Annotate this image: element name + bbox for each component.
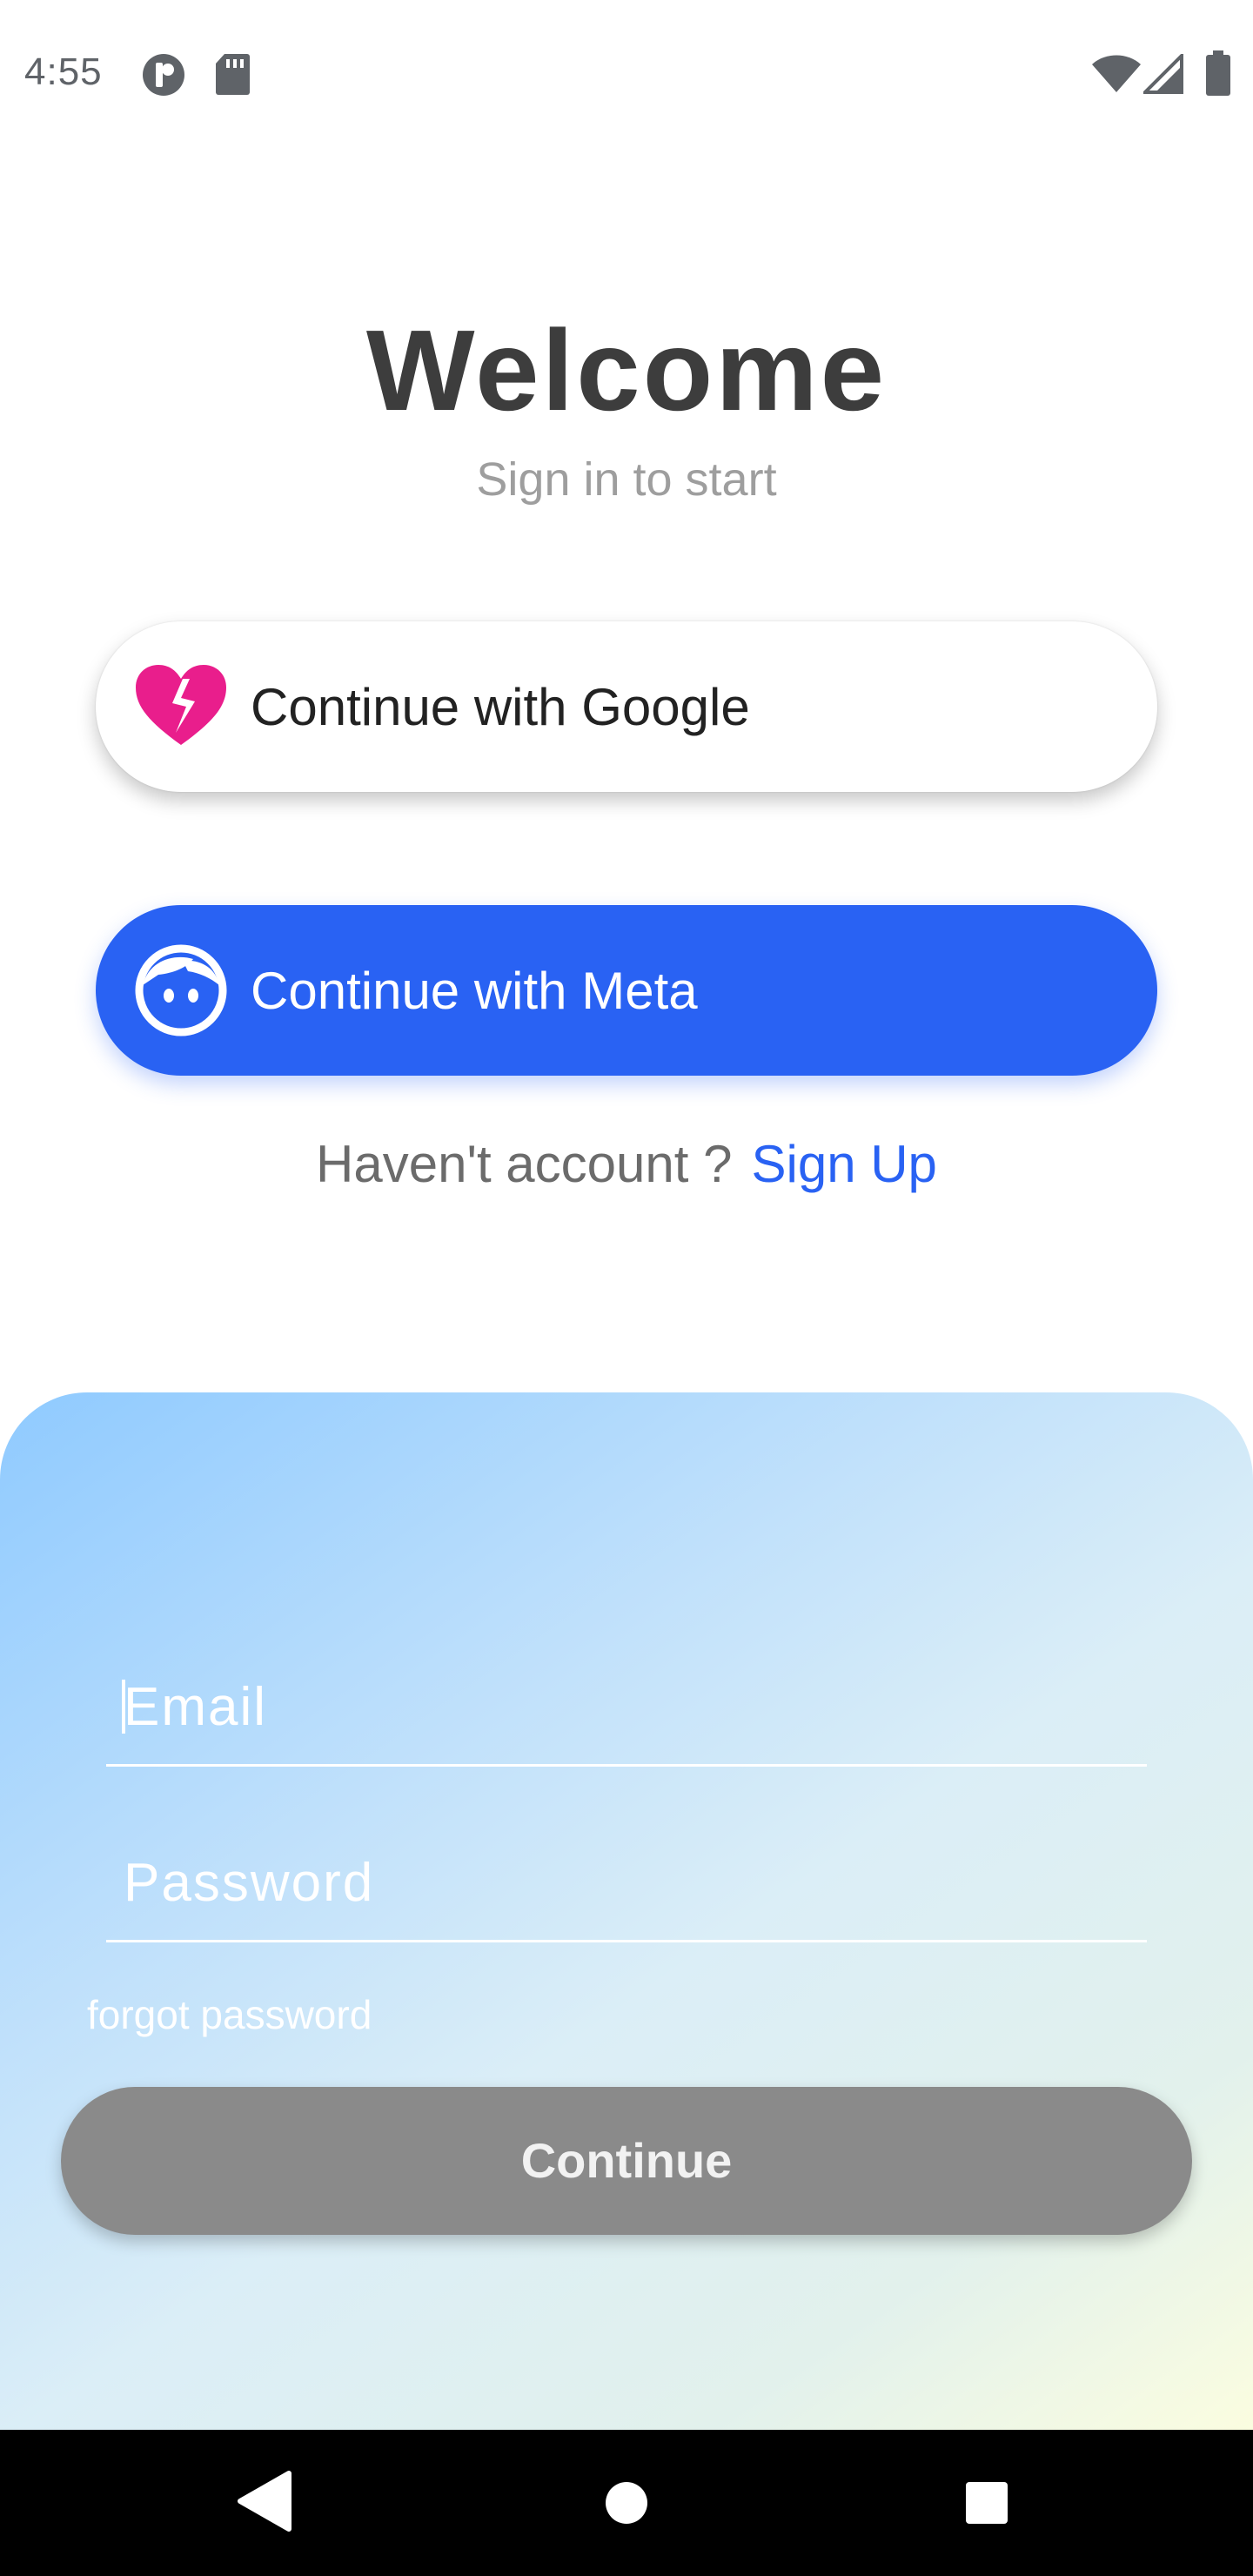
signup-prompt: Haven't account ? bbox=[316, 1135, 733, 1193]
face-icon bbox=[132, 942, 230, 1039]
login-screen: 4:55 Welcome Sign in to start Continue w… bbox=[0, 0, 1253, 2576]
sign-up-link[interactable]: Sign Up bbox=[751, 1135, 936, 1193]
welcome-subtitle: Sign in to start bbox=[476, 453, 777, 506]
notification-app-icon bbox=[141, 52, 186, 97]
status-time: 4:55 bbox=[24, 50, 103, 93]
status-bar: 4:55 bbox=[0, 0, 1253, 148]
google-button-label: Continue with Google bbox=[251, 677, 750, 736]
welcome-title: Welcome bbox=[365, 306, 888, 434]
cell-signal-icon bbox=[1143, 54, 1183, 94]
continue-with-meta-button[interactable]: Continue with Meta bbox=[96, 905, 1157, 1076]
back-icon[interactable] bbox=[235, 2470, 292, 2537]
email-placeholder: Email bbox=[124, 1677, 268, 1737]
wifi-icon bbox=[1091, 54, 1142, 94]
password-field[interactable]: Password bbox=[106, 1821, 1147, 1942]
navigation-bar bbox=[0, 2430, 1253, 2576]
recents-icon[interactable] bbox=[965, 2481, 1008, 2529]
continue-with-google-button[interactable]: Continue with Google bbox=[96, 621, 1157, 792]
forgot-password-link[interactable]: forgot password bbox=[87, 1991, 372, 2038]
signup-row: Haven't account ? Sign Up bbox=[0, 1134, 1253, 1194]
sd-card-icon bbox=[214, 52, 251, 96]
meta-button-label: Continue with Meta bbox=[251, 961, 698, 1020]
password-placeholder: Password bbox=[124, 1853, 375, 1913]
continue-button[interactable]: Continue bbox=[61, 2087, 1192, 2235]
battery-icon bbox=[1206, 50, 1230, 96]
login-form-panel: Email Password forgot password Continue bbox=[0, 1392, 1253, 2430]
email-field[interactable]: Email bbox=[106, 1645, 1147, 1767]
broken-heart-icon bbox=[132, 658, 230, 755]
home-icon[interactable] bbox=[604, 2480, 649, 2530]
